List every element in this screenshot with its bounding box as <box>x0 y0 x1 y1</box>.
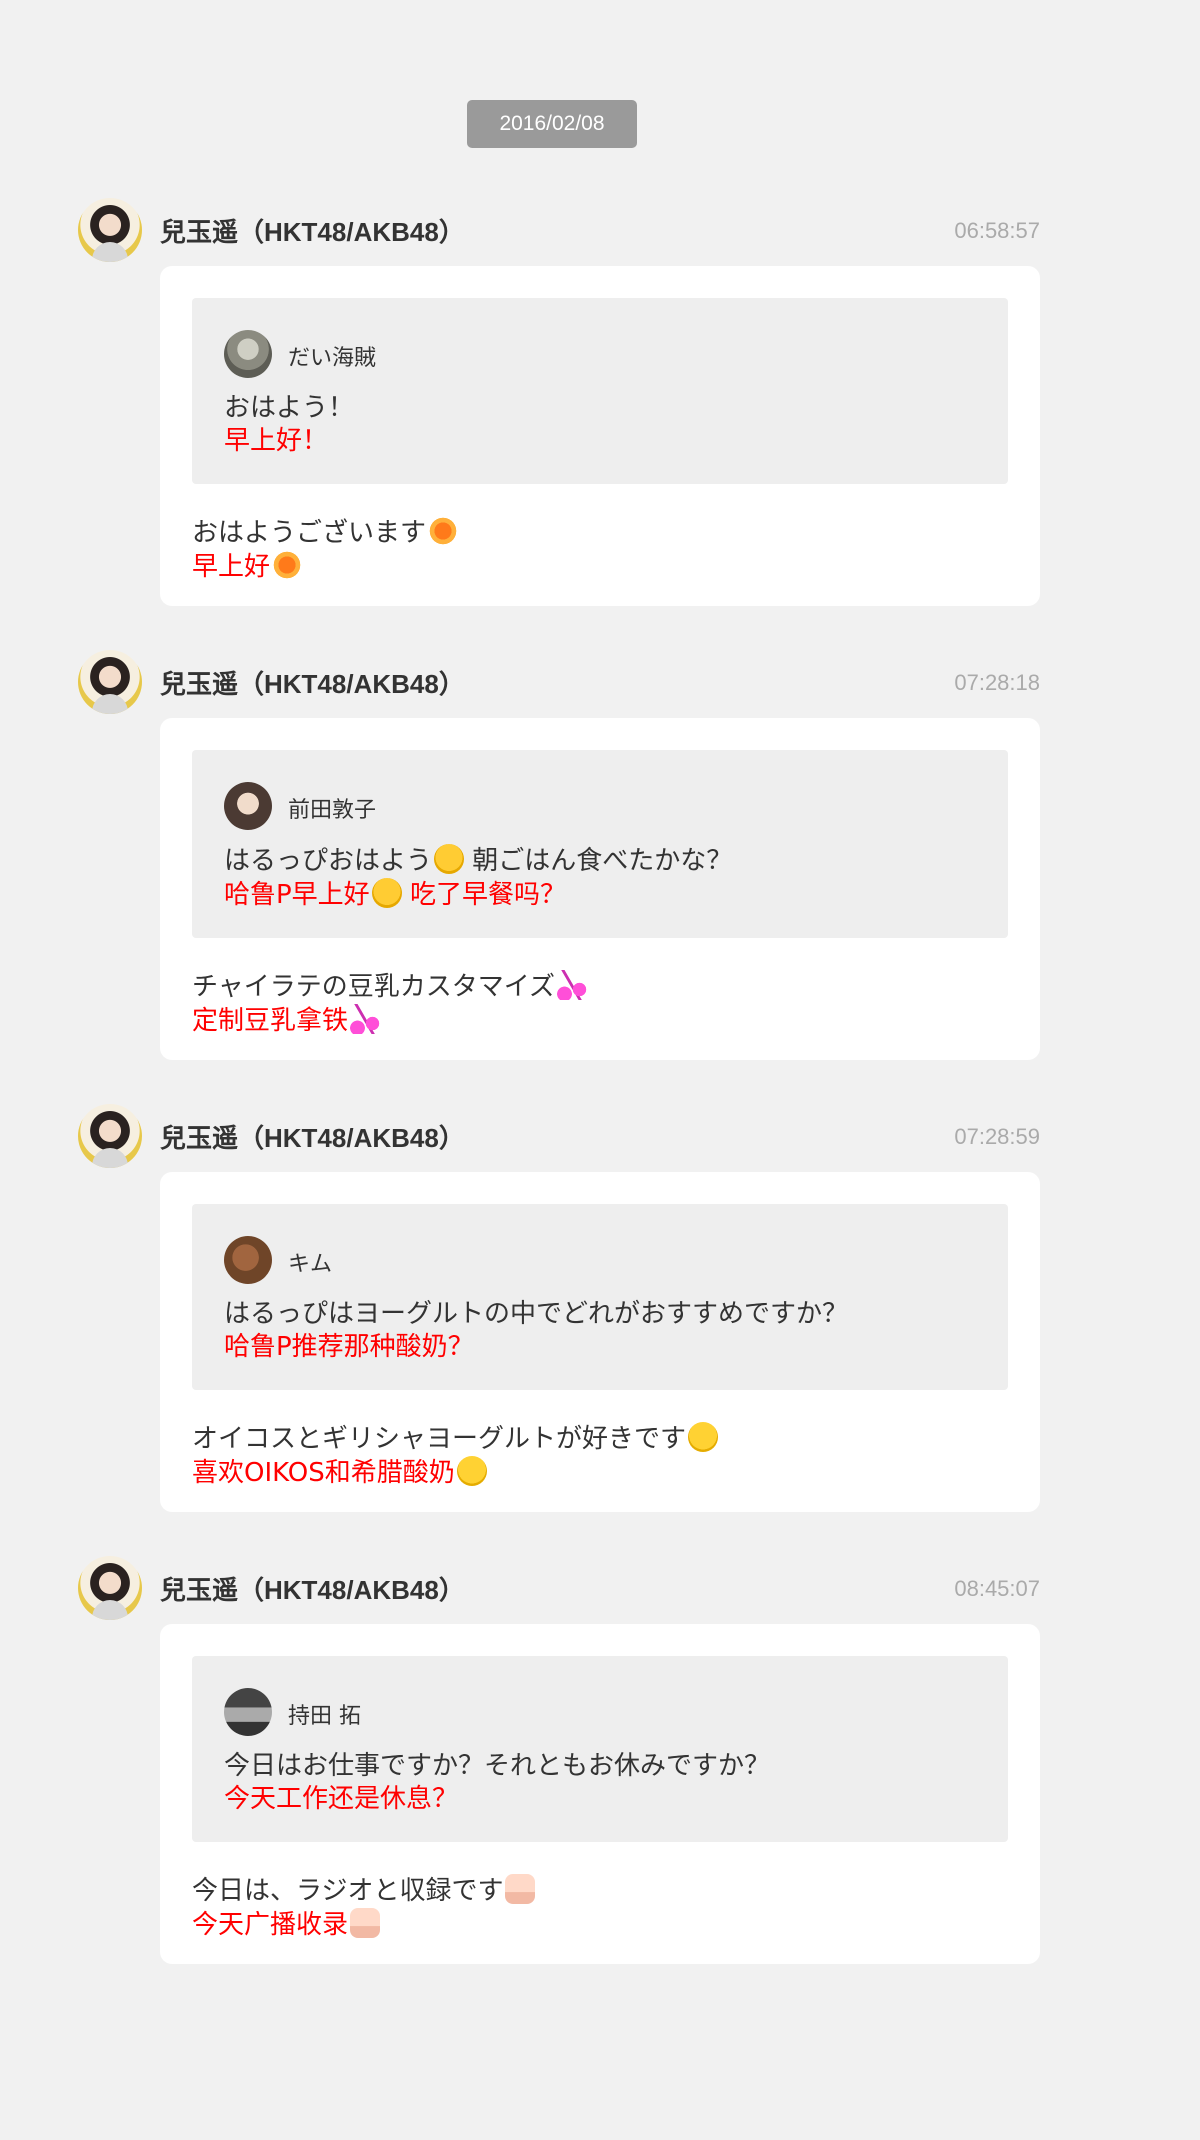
date-divider: 2016/02/08 <box>0 100 1104 148</box>
author-avatar[interactable] <box>78 198 142 262</box>
quoted-message: 持田 拓 今日はお仕事ですか？それともお休みですか？ 今天工作还是休息？ <box>192 1656 1008 1842</box>
reply-translation-line: 今天广播收录 <box>192 1908 1008 1942</box>
post-item: 兒玉遥（HKT48/AKB48） 08:45:07 持田 拓 今日はお仕事ですか… <box>78 1556 1040 1964</box>
quoted-user: だい海賊 <box>224 330 976 378</box>
date-badge: 2016/02/08 <box>467 100 637 148</box>
post-item: 兒玉遥（HKT48/AKB48） 06:58:57 だい海賊 おはよう！ 早上好… <box>78 198 1040 606</box>
reply-translation: 今天广播收录 <box>192 1910 349 1940</box>
music-note-emoji-icon <box>556 970 587 1000</box>
reply-text: おはようございます <box>192 518 427 548</box>
author-name[interactable]: 兒玉遥（HKT48/AKB48） <box>160 212 465 249</box>
reply-text-line: オイコスとギリシャヨーグルトが好きです <box>192 1422 1008 1456</box>
quoted-user: キム <box>224 1236 976 1284</box>
post-header: 兒玉遥（HKT48/AKB48） 07:28:59 <box>78 1104 1040 1172</box>
sun-emoji-icon <box>428 516 459 546</box>
reply-translation-line: 早上好 <box>192 550 1008 584</box>
quoted-translation: 今天工作还是休息？ <box>224 1784 459 1814</box>
reply-message: チャイラテの豆乳カスタマイズ 定制豆乳拿铁 <box>192 938 1008 1038</box>
reply-text-line: チャイラテの豆乳カスタマイズ <box>192 970 1008 1004</box>
post-header: 兒玉遥（HKT48/AKB48） 07:28:18 <box>78 650 1040 718</box>
reply-translation: 定制豆乳拿铁 <box>192 1006 349 1036</box>
quoted-translation: 哈鲁P早上好 <box>224 880 370 910</box>
quoted-translation: 哈鲁P推荐那种酸奶？ <box>224 1332 474 1362</box>
quoted-text: 今日はお仕事ですか？それともお休みですか？ <box>224 1751 771 1781</box>
reply-translation: 喜欢OIKOS和希腊酸奶 <box>192 1458 455 1488</box>
post-card: キム はるっぴはヨーグルトの中でどれがおすすめですか？ 哈鲁P推荐那种酸奶？ オ… <box>160 1172 1040 1512</box>
quoted-user-avatar[interactable] <box>224 330 272 378</box>
post-item: 兒玉遥（HKT48/AKB48） 07:28:59 キム はるっぴはヨーグルトの… <box>78 1104 1040 1512</box>
message-feed: 兒玉遥（HKT48/AKB48） 06:58:57 だい海賊 おはよう！ 早上好… <box>78 198 1040 2008</box>
quoted-message: 前田敦子 はるっぴおはよう 朝ごはん食べたかな？ 哈鲁P早上好 吃了早餐吗？ <box>192 750 1008 938</box>
fist-emoji-icon <box>505 1874 536 1904</box>
author-avatar[interactable] <box>78 1556 142 1620</box>
author-name[interactable]: 兒玉遥（HKT48/AKB48） <box>160 1570 465 1607</box>
quoted-user-avatar[interactable] <box>224 1688 272 1736</box>
reply-text-line: おはようございます <box>192 516 1008 550</box>
author-name[interactable]: 兒玉遥（HKT48/AKB48） <box>160 1118 465 1155</box>
quoted-user-name[interactable]: 前田敦子 <box>288 792 376 824</box>
quoted-text-line: はるっぴおはよう 朝ごはん食べたかな？ <box>224 844 976 878</box>
reply-text: チャイラテの豆乳カスタマイズ <box>192 972 555 1002</box>
reply-translation-line: 喜欢OIKOS和希腊酸奶 <box>192 1456 1008 1490</box>
author-avatar[interactable] <box>78 1104 142 1168</box>
author-avatar[interactable] <box>78 650 142 714</box>
reply-message: オイコスとギリシャヨーグルトが好きです 喜欢OIKOS和希腊酸奶 <box>192 1390 1008 1490</box>
reply-text: 今日は、ラジオと収録です <box>192 1876 504 1906</box>
post-time: 06:58:57 <box>954 218 1040 243</box>
quoted-user-name[interactable]: キム <box>288 1246 332 1278</box>
post-time: 08:45:07 <box>954 1576 1040 1601</box>
quoted-user-avatar[interactable] <box>224 782 272 830</box>
sun-emoji-icon <box>272 550 303 580</box>
post-card: 持田 拓 今日はお仕事ですか？それともお休みですか？ 今天工作还是休息？ 今日は… <box>160 1624 1040 1964</box>
post-time: 07:28:59 <box>954 1124 1040 1149</box>
quoted-user-name[interactable]: 持田 拓 <box>288 1698 361 1730</box>
post-header: 兒玉遥（HKT48/AKB48） 08:45:07 <box>78 1556 1040 1624</box>
post-item: 兒玉遥（HKT48/AKB48） 07:28:18 前田敦子 はるっぴおはよう … <box>78 650 1040 1060</box>
quoted-translation-rest: 吃了早餐吗？ <box>401 880 566 910</box>
quoted-text-rest: 朝ごはん食べたかな？ <box>464 846 733 876</box>
quoted-user-avatar[interactable] <box>224 1236 272 1284</box>
reply-message: 今日は、ラジオと収録です 今天广播收录 <box>192 1842 1008 1942</box>
quoted-translation-line: 哈鲁P早上好 吃了早餐吗？ <box>224 878 976 912</box>
post-card: だい海賊 おはよう！ 早上好！ おはようございます 早上好 <box>160 266 1040 606</box>
quoted-user: 前田敦子 <box>224 782 976 830</box>
quoted-user-name[interactable]: だい海賊 <box>288 340 376 372</box>
reply-message: おはようございます 早上好 <box>192 484 1008 584</box>
quoted-text: はるっぴおはよう <box>224 846 433 876</box>
quoted-text: おはよう！ <box>224 393 355 423</box>
quoted-message: だい海賊 おはよう！ 早上好！ <box>192 298 1008 484</box>
post-card: 前田敦子 はるっぴおはよう 朝ごはん食べたかな？ 哈鲁P早上好 吃了早餐吗？ チ… <box>160 718 1040 1060</box>
wink-emoji-icon <box>434 844 465 874</box>
reply-translation: 早上好 <box>192 552 271 582</box>
wink-emoji-icon <box>371 878 402 908</box>
reply-translation-line: 定制豆乳拿铁 <box>192 1004 1008 1038</box>
reply-text: オイコスとギリシャヨーグルトが好きです <box>192 1424 687 1454</box>
quoted-text: はるっぴはヨーグルトの中でどれがおすすめですか？ <box>224 1299 849 1329</box>
smile-emoji-icon <box>688 1422 719 1452</box>
music-note-emoji-icon <box>350 1004 381 1034</box>
post-header: 兒玉遥（HKT48/AKB48） 06:58:57 <box>78 198 1040 266</box>
quoted-user: 持田 拓 <box>224 1688 976 1736</box>
quoted-message: キム はるっぴはヨーグルトの中でどれがおすすめですか？ 哈鲁P推荐那种酸奶？ <box>192 1204 1008 1390</box>
quoted-translation: 早上好！ <box>224 426 329 456</box>
fist-emoji-icon <box>350 1908 381 1938</box>
smile-emoji-icon <box>456 1456 487 1486</box>
author-name[interactable]: 兒玉遥（HKT48/AKB48） <box>160 664 465 701</box>
reply-text-line: 今日は、ラジオと収録です <box>192 1874 1008 1908</box>
post-time: 07:28:18 <box>954 670 1040 695</box>
